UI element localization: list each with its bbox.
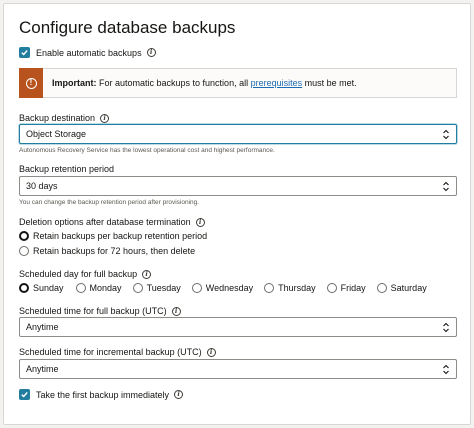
- backup-destination-help: Autonomous Recovery Service has the lowe…: [19, 147, 275, 154]
- full-day-radio-group: Sunday Monday Tuesday Wednesday Thursday…: [19, 283, 427, 293]
- banner-text-after: must be met.: [302, 78, 357, 88]
- info-icon[interactable]: i: [100, 113, 110, 123]
- retention-help: You can change the backup retention peri…: [19, 199, 200, 206]
- full-day-label: Scheduled day for full backup: [19, 269, 138, 279]
- radio-unselected[interactable]: [132, 283, 143, 293]
- full-time-select[interactable]: Anytime: [19, 317, 457, 337]
- deletion-option-retain-72h[interactable]: Retain backups for 72 hours, then delete: [19, 246, 195, 256]
- enable-auto-backups-checkbox[interactable]: [19, 47, 30, 58]
- day-option-tuesday[interactable]: Tuesday: [132, 283, 181, 293]
- day-label: Saturday: [390, 283, 427, 293]
- info-icon[interactable]: i: [174, 390, 184, 399]
- day-label: Wednesday: [205, 283, 254, 293]
- retention-label: Backup retention period: [19, 164, 115, 174]
- info-icon[interactable]: i: [146, 48, 156, 57]
- banner-accent: !: [19, 68, 43, 98]
- full-time-value: Anytime: [26, 322, 59, 332]
- deletion-label-row: Deletion options after database terminat…: [19, 217, 205, 227]
- backup-destination-select[interactable]: Object Storage: [19, 124, 457, 144]
- select-chevron-icon: [443, 364, 449, 375]
- first-backup-checkbox[interactable]: [19, 389, 30, 400]
- backup-destination-label: Backup destination: [19, 113, 96, 123]
- incr-time-value: Anytime: [26, 364, 59, 374]
- day-label: Sunday: [33, 283, 64, 293]
- prerequisites-link[interactable]: prerequisites: [251, 78, 303, 88]
- banner-text-before: For automatic backups to function, all: [96, 78, 251, 88]
- deletion-option-label: Retain backups per backup retention peri…: [33, 231, 208, 241]
- check-icon: [21, 392, 28, 398]
- deletion-option-retain-period[interactable]: Retain backups per backup retention peri…: [19, 231, 207, 241]
- radio-selected[interactable]: [19, 231, 29, 241]
- day-option-saturday[interactable]: Saturday: [376, 283, 427, 293]
- retention-select[interactable]: 30 days: [19, 176, 457, 196]
- check-icon: [21, 50, 28, 56]
- info-icon[interactable]: i: [206, 347, 216, 357]
- incr-time-label-row: Scheduled time for incremental backup (U…: [19, 347, 216, 357]
- radio-unselected[interactable]: [75, 283, 86, 293]
- radio-selected[interactable]: [19, 283, 29, 293]
- radio-unselected[interactable]: [326, 283, 337, 293]
- day-label: Monday: [89, 283, 122, 293]
- deletion-option-label: Retain backups for 72 hours, then delete: [33, 246, 196, 256]
- enable-auto-backups-label: Enable automatic backups: [36, 47, 142, 58]
- first-backup-row[interactable]: Take the first backup immediately i: [19, 389, 184, 400]
- warning-icon: !: [25, 77, 37, 89]
- day-label: Tuesday: [146, 283, 181, 293]
- info-icon[interactable]: i: [171, 306, 181, 316]
- day-option-wednesday[interactable]: Wednesday: [191, 283, 254, 293]
- full-time-label-row: Scheduled time for full backup (UTC) i: [19, 306, 181, 316]
- prerequisites-banner: ! Important: For automatic backups to fu…: [19, 68, 457, 98]
- radio-unselected[interactable]: [376, 283, 387, 293]
- day-option-friday[interactable]: Friday: [326, 283, 366, 293]
- first-backup-label: Take the first backup immediately: [36, 389, 170, 400]
- incr-time-label: Scheduled time for incremental backup (U…: [19, 347, 202, 357]
- enable-auto-backups-row[interactable]: Enable automatic backups i: [19, 47, 156, 58]
- incr-time-select[interactable]: Anytime: [19, 359, 457, 379]
- banner-strong: Important:: [52, 78, 97, 88]
- radio-unselected[interactable]: [19, 246, 29, 256]
- page-title: Configure database backups: [19, 18, 236, 37]
- deletion-label: Deletion options after database terminat…: [19, 217, 191, 227]
- day-label: Friday: [340, 283, 366, 293]
- day-option-thursday[interactable]: Thursday: [264, 283, 316, 293]
- backup-config-panel: Configure database backups Enable automa…: [3, 3, 471, 425]
- radio-unselected[interactable]: [191, 283, 202, 293]
- radio-unselected[interactable]: [264, 283, 275, 293]
- banner-text: Important: For automatic backups to func…: [52, 78, 357, 88]
- day-option-sunday[interactable]: Sunday: [19, 283, 64, 293]
- backup-destination-label-row: Backup destination i: [19, 113, 110, 123]
- full-day-label-row: Scheduled day for full backup i: [19, 269, 152, 279]
- retention-label-row: Backup retention period: [19, 164, 114, 174]
- backup-destination-value: Object Storage: [26, 129, 87, 139]
- day-option-monday[interactable]: Monday: [75, 283, 122, 293]
- day-label: Thursday: [278, 283, 316, 293]
- select-chevron-icon: [443, 322, 449, 333]
- info-icon[interactable]: i: [195, 217, 205, 227]
- select-chevron-icon: [443, 129, 449, 140]
- full-time-label: Scheduled time for full backup (UTC): [19, 306, 167, 316]
- select-chevron-icon: [443, 181, 449, 192]
- retention-value: 30 days: [26, 181, 58, 191]
- info-icon[interactable]: i: [142, 269, 152, 279]
